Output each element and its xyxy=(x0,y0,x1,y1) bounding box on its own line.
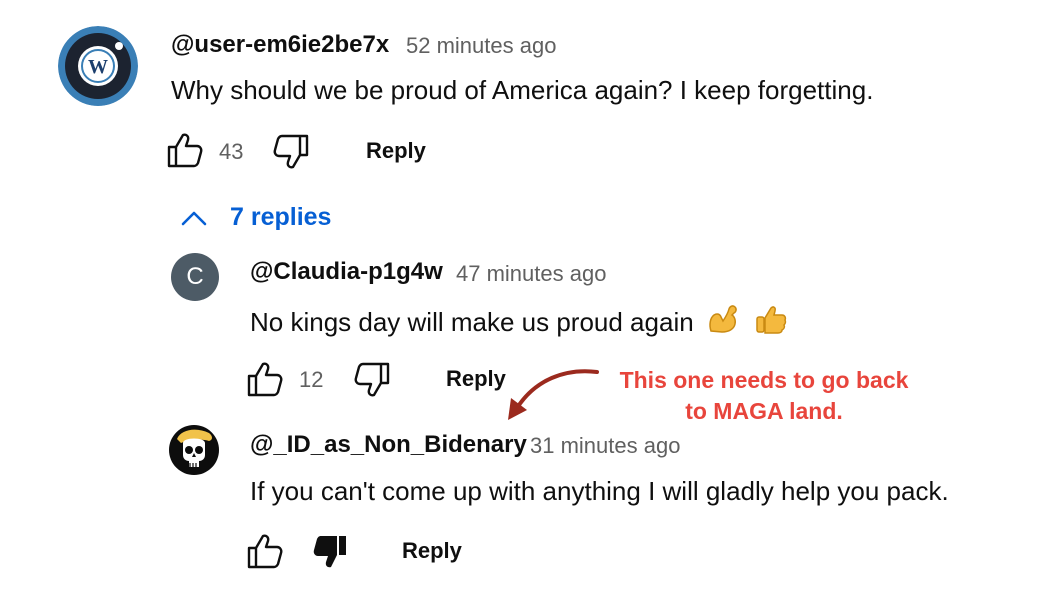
annotation-line-1: This one needs to go back xyxy=(619,367,909,393)
thumbs-up-icon xyxy=(247,362,283,397)
reply-author[interactable]: @Claudia-p1g4w xyxy=(250,258,443,286)
replies-count[interactable]: 7 replies xyxy=(230,203,331,232)
dislike-button[interactable] xyxy=(353,361,391,399)
skull-avatar-icon xyxy=(177,429,212,467)
like-button[interactable] xyxy=(166,131,204,169)
comment-timestamp[interactable]: 52 minutes ago xyxy=(406,33,556,59)
dislike-button[interactable] xyxy=(272,133,310,171)
annotation-line-2: to MAGA land. xyxy=(685,398,843,424)
thumbs-down-filled-icon xyxy=(313,536,346,568)
thumbs-up-icon xyxy=(167,133,203,168)
avatar-letter: C xyxy=(186,263,204,290)
like-button[interactable] xyxy=(246,532,284,570)
svg-text:W: W xyxy=(88,56,108,78)
like-button[interactable] xyxy=(246,360,284,398)
reply-text: If you can't come up with anything I wil… xyxy=(250,476,949,506)
reply-author[interactable]: @_ID_as_Non_Bidenary xyxy=(250,431,527,459)
thumbs-down-icon xyxy=(273,134,309,169)
thumbs-down-icon xyxy=(354,362,390,397)
dislike-button-active[interactable] xyxy=(311,533,349,571)
reply-text-content: No kings day will make us proud again xyxy=(250,307,694,337)
avatar[interactable]: W xyxy=(58,26,138,106)
thumbs-up-emoji-icon xyxy=(756,306,787,334)
reply-button[interactable]: Reply xyxy=(446,366,506,392)
avatar[interactable]: C xyxy=(171,253,219,301)
reply-button[interactable]: Reply xyxy=(366,138,426,164)
like-count: 43 xyxy=(219,139,244,164)
reply-text: No kings day will make us proud again xyxy=(250,303,788,338)
thumbs-up-icon xyxy=(247,534,283,569)
flexed-biceps-icon xyxy=(709,305,737,333)
avatar[interactable] xyxy=(169,425,219,475)
comment-text: Why should we be proud of America again?… xyxy=(171,75,874,105)
reply-button[interactable]: Reply xyxy=(402,538,462,564)
like-count: 12 xyxy=(299,367,324,392)
reply-timestamp[interactable]: 31 minutes ago xyxy=(530,433,680,459)
annotation-text: This one needs to go back to MAGA land. xyxy=(596,365,932,427)
comment-author[interactable]: @user-em6ie2be7x xyxy=(171,31,389,59)
chevron-up-icon xyxy=(181,211,207,226)
reply-timestamp[interactable]: 47 minutes ago xyxy=(456,261,606,287)
annotation-arrow-icon xyxy=(508,369,599,420)
channel-logo-icon: W xyxy=(58,26,138,106)
